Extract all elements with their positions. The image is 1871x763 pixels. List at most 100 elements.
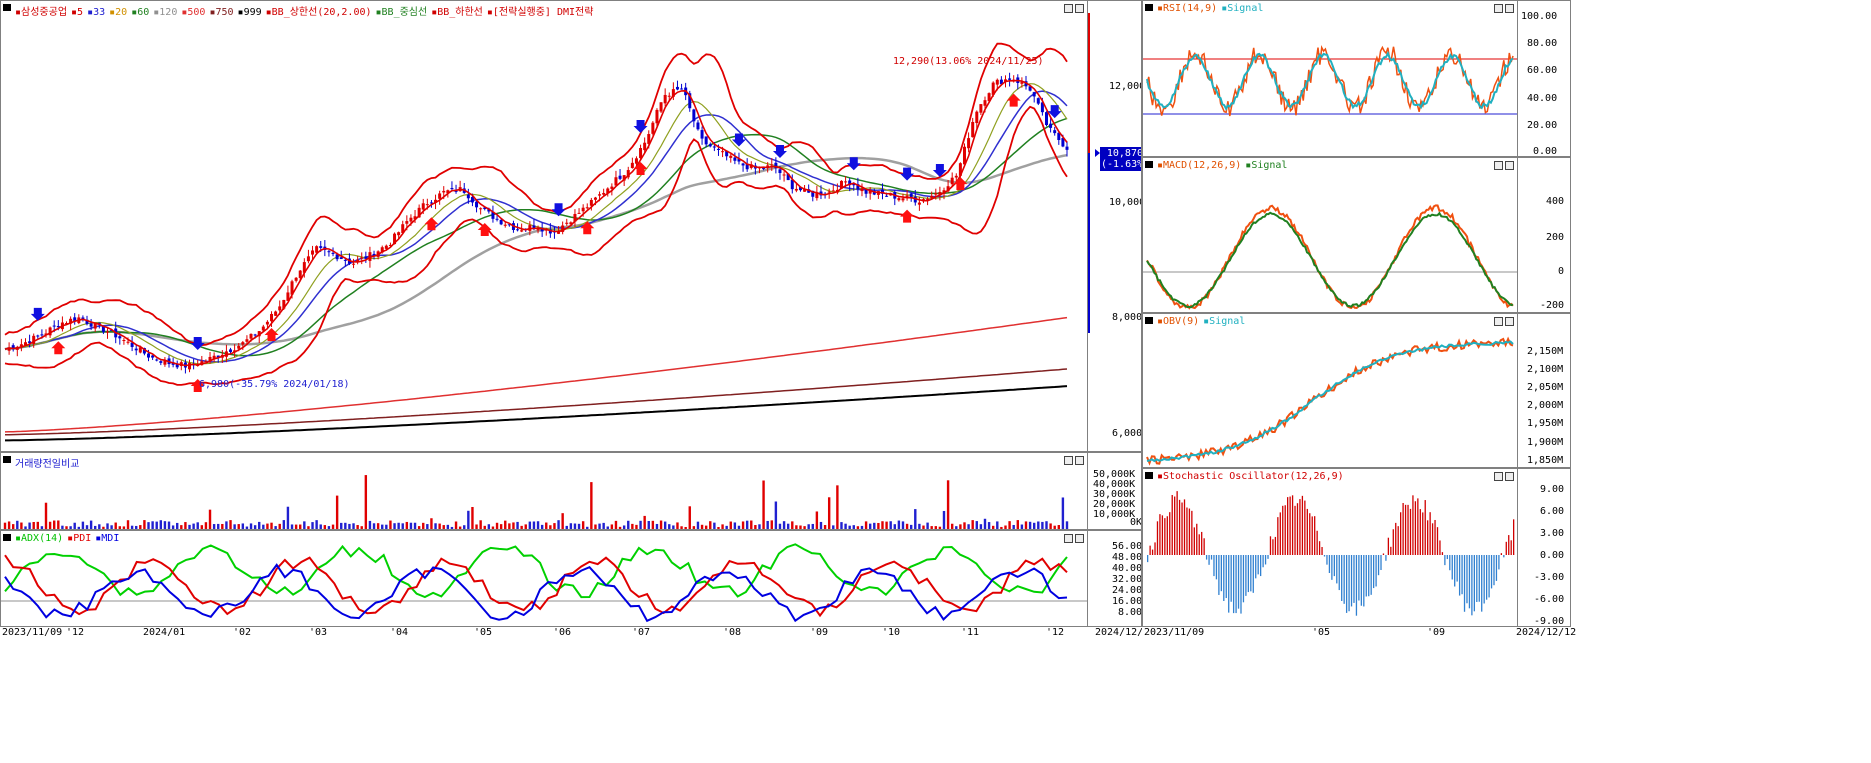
volume-bar (926, 522, 929, 529)
price-legend-item: ▪[전략실행중] DMI전략 (486, 7, 594, 18)
stoch-bar-negative (1449, 555, 1451, 571)
obv-pane[interactable]: ▪OBV(9) ▪Signal (1142, 313, 1518, 468)
pane-controls[interactable] (1064, 534, 1084, 543)
minimize-icon[interactable] (1494, 161, 1503, 170)
volume-bar (934, 526, 937, 529)
volume-bar (499, 524, 503, 529)
minimize-icon[interactable] (1064, 4, 1073, 13)
maximize-icon[interactable] (1505, 4, 1514, 13)
price-pane[interactable]: ▪삼성중공업 ▪5 ▪33 ▪20 ▪60 ▪120 ▪500 ▪750 ▪999 ▪BB_상한선… (0, 0, 1088, 452)
adx-pane[interactable]: ▪ADX(14) ▪PDI ▪MDI (0, 530, 1088, 627)
adx-tick: 56.00 (1112, 541, 1142, 552)
volume-bar (504, 520, 507, 529)
volume-bar (508, 523, 511, 529)
pane-controls[interactable] (1064, 456, 1084, 465)
volume-bar (159, 520, 163, 529)
minimize-icon[interactable] (1494, 317, 1503, 326)
stoch-bar-positive (1311, 516, 1313, 555)
price-tick: 12,000 (1109, 81, 1142, 92)
volume-bar (1061, 497, 1065, 529)
candle-body (950, 177, 954, 185)
maximize-icon[interactable] (1505, 161, 1514, 170)
candle-body (311, 250, 315, 255)
volume-bar (786, 523, 790, 529)
maximize-icon[interactable] (1505, 317, 1514, 326)
ma120-line (4, 153, 1068, 351)
volume-bar (303, 521, 306, 529)
rsi-tick: 80.00 (1527, 38, 1558, 49)
price-legend-item: ▪BB_상한선(20,2.00) (265, 7, 372, 18)
date-label: '10 (882, 627, 901, 638)
volume-bar (725, 525, 728, 529)
date-label: '08 (723, 627, 742, 638)
stoch-bar-negative (1208, 555, 1210, 565)
stoch-bar-positive (1294, 505, 1296, 555)
candle-body (585, 207, 589, 209)
volume-bar (844, 523, 847, 529)
price-axis-svg (1088, 13, 1100, 333)
volume-bar (938, 526, 942, 529)
stoch-bar-positive (1188, 508, 1191, 555)
volume-bar (581, 521, 585, 529)
volume-bar (520, 525, 523, 529)
volume-bar (614, 520, 618, 529)
volume-bar (16, 520, 19, 529)
volume-bar (196, 522, 199, 529)
pane-controls[interactable] (1494, 161, 1514, 170)
volume-bar (393, 523, 396, 529)
stoch-bar-positive (1390, 546, 1392, 555)
volume-bar (286, 506, 290, 529)
date-label: '11 (961, 627, 980, 638)
pane-controls[interactable] (1494, 472, 1514, 481)
minimize-icon[interactable] (1494, 472, 1503, 481)
candle-body (934, 193, 938, 195)
candle-body (327, 251, 331, 253)
minimize-icon[interactable] (1494, 4, 1503, 13)
stoch-bar-negative (1360, 555, 1363, 606)
maximize-icon[interactable] (1075, 534, 1084, 543)
candle-body (844, 181, 848, 183)
stoch-bar-positive (1395, 522, 1397, 555)
volume-pane[interactable]: 거래량전일비교 (0, 452, 1088, 530)
stoch-tick: -6.00 (1534, 594, 1565, 605)
maximize-icon[interactable] (1075, 456, 1084, 465)
rsi-pane[interactable]: ▪RSI(14,9) ▪Signal (1142, 0, 1518, 157)
stoch-bar-negative (1215, 555, 1218, 580)
maximize-icon[interactable] (1505, 472, 1514, 481)
candle-body (421, 203, 425, 210)
stoch-tick: 0.00 (1540, 550, 1565, 561)
volume-bar (274, 526, 277, 529)
stoch-bar-positive (1402, 502, 1404, 555)
volume-bar (918, 523, 921, 529)
pane-controls[interactable] (1494, 317, 1514, 326)
adx-tick: 24.00 (1112, 585, 1142, 596)
stoch-bar-negative (1267, 555, 1269, 559)
volume-bar (282, 520, 286, 529)
stoch-bar-negative (1377, 555, 1380, 576)
volume-bar (524, 524, 527, 529)
volume-bar (323, 525, 327, 529)
candle-body (155, 359, 159, 361)
stoch-bar-negative (1456, 555, 1458, 582)
volume-bar (668, 524, 671, 529)
volume-bar (565, 525, 568, 529)
candle-body (897, 198, 901, 201)
stoch-bar-negative (1485, 555, 1488, 600)
pane-controls[interactable] (1494, 4, 1514, 13)
volume-bar (942, 510, 946, 529)
candle-body (319, 246, 323, 248)
minimize-icon[interactable] (1064, 534, 1073, 543)
maximize-icon[interactable] (1075, 4, 1084, 13)
macd-pane[interactable]: ▪MACD(12,26,9) ▪Signal (1142, 157, 1518, 313)
volume-bar (1016, 520, 1019, 529)
minimize-icon[interactable] (1064, 456, 1073, 465)
obv-tick: 1,850M (1527, 455, 1564, 466)
stoch-tick: 9.00 (1540, 484, 1565, 495)
stoch-pane[interactable]: ▪Stochastic Oscillator(12,26,9) (1142, 468, 1518, 627)
volume-bar (487, 524, 491, 529)
candle-body (315, 246, 319, 253)
pane-controls[interactable] (1064, 4, 1084, 13)
stoch-bar-positive (1382, 553, 1385, 555)
volume-bar (803, 526, 806, 529)
stoch-bar-positive (1429, 512, 1431, 555)
